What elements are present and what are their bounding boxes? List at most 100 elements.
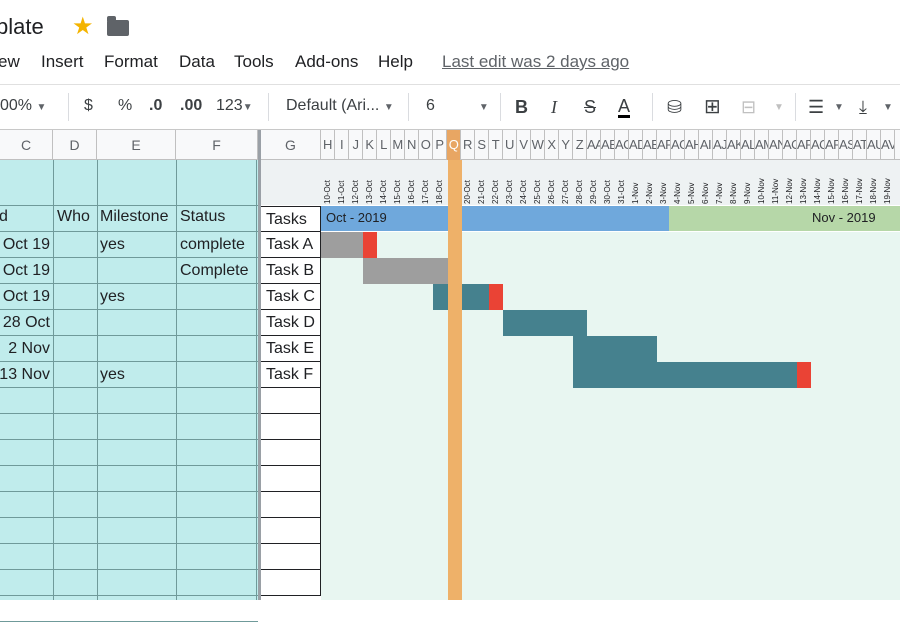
fill-color-icon[interactable]: ⛁ [667,97,682,118]
cell-milestone[interactable]: yes [100,288,125,306]
cell-status[interactable]: Complete [180,262,248,280]
cell-task-empty[interactable] [261,414,321,440]
gantt-column-header[interactable]: AK [727,130,741,160]
gantt-column-header[interactable]: AQ [811,130,825,160]
currency-button[interactable]: $ [84,97,93,115]
merge-cells-icon[interactable]: ⊟ [741,97,756,118]
decrease-decimal-button[interactable]: .0 [149,97,162,115]
cell-task[interactable]: Task F [261,362,321,388]
cell-task[interactable]: Task E [261,336,321,362]
font-select[interactable]: Default (Ari... ▼ [286,97,394,115]
cell-task-empty[interactable] [261,570,321,596]
gantt-column-header[interactable]: AH [685,130,699,160]
menu-tools[interactable]: Tools [234,52,274,72]
gantt-column-header[interactable]: T [489,130,503,160]
gantt-column-header[interactable]: AT [853,130,867,160]
gantt-column-header[interactable]: M [391,130,405,160]
cell-end-date[interactable]: 2 Nov [8,340,50,358]
gantt-column-header[interactable]: AO [783,130,797,160]
gantt-column-header[interactable]: AD [629,130,643,160]
zoom-select[interactable]: 00% ▼ [0,97,46,115]
strikethrough-icon[interactable]: S [584,97,596,118]
gantt-column-header[interactable]: Y [559,130,573,160]
menu-view[interactable]: ew [0,52,20,72]
gantt-column-header[interactable]: Z [573,130,587,160]
italic-icon[interactable]: I [551,97,557,118]
last-edit-link[interactable]: Last edit was 2 days ago [442,52,629,72]
gantt-column-header[interactable]: AV [881,130,895,160]
gantt-column-header[interactable]: AN [769,130,783,160]
gantt-column-header[interactable]: AG [671,130,685,160]
column-header-f[interactable]: F [176,130,258,160]
cell-task[interactable]: Task D [261,310,321,336]
gantt-column-header[interactable]: AF [657,130,671,160]
gantt-column-header[interactable]: AP [797,130,811,160]
gantt-column-header[interactable]: O [419,130,433,160]
menu-help[interactable]: Help [378,52,413,72]
gantt-column-header[interactable]: Q [447,130,461,160]
cell-milestone[interactable]: yes [100,236,125,254]
cell-task-empty[interactable] [261,518,321,544]
gantt-column-header[interactable]: I [335,130,349,160]
column-header-d[interactable]: D [53,130,97,160]
cell-end-date[interactable]: 28 Oct [3,314,50,332]
gantt-column-header[interactable]: AR [825,130,839,160]
gantt-column-header[interactable]: AS [839,130,853,160]
gantt-column-header[interactable]: AC [615,130,629,160]
cell-task-empty[interactable] [261,466,321,492]
gantt-column-header[interactable]: P [433,130,447,160]
gantt-column-header[interactable]: AU [867,130,881,160]
gantt-column-header[interactable]: R [461,130,475,160]
chevron-down-icon[interactable]: ▼ [834,102,844,113]
gantt-column-header[interactable]: AB [601,130,615,160]
cell-task[interactable]: Task B [261,258,321,284]
gantt-column-header[interactable]: S [475,130,489,160]
gantt-column-header[interactable]: H [321,130,335,160]
column-header-g[interactable]: G [261,130,321,160]
cell-status[interactable]: complete [180,236,245,254]
gantt-column-header[interactable]: AE [643,130,657,160]
borders-icon[interactable]: ⊞ [704,94,721,119]
chevron-down-icon[interactable]: ▼ [774,102,784,113]
folder-icon[interactable] [107,16,129,36]
gantt-column-header[interactable]: U [503,130,517,160]
gantt-column-header[interactable]: AJ [713,130,727,160]
valign-icon[interactable]: ⤓ [859,97,867,118]
column-header-c[interactable]: C [0,130,53,160]
cell-end-date[interactable]: Oct 19 [3,236,50,254]
menu-format[interactable]: Format [104,52,158,72]
cell-task-empty[interactable] [261,440,321,466]
gantt-column-header[interactable]: V [517,130,531,160]
cell-task-empty[interactable] [261,492,321,518]
text-color-icon[interactable]: A [618,97,631,118]
gantt-column-header[interactable]: N [405,130,419,160]
gantt-column-header[interactable]: AM [755,130,769,160]
gantt-column-header[interactable]: K [363,130,377,160]
frozen-divider[interactable] [258,130,261,600]
menu-insert[interactable]: Insert [41,52,84,72]
cell-task-empty[interactable] [261,388,321,414]
percent-button[interactable]: % [118,97,132,115]
more-formats-button[interactable]: 123▼ [216,97,253,115]
menu-data[interactable]: Data [179,52,215,72]
gantt-column-header[interactable]: AA [587,130,601,160]
cell-task[interactable]: Task A [261,232,321,258]
bold-icon[interactable]: B [515,97,528,118]
column-header-e[interactable]: E [97,130,176,160]
cell-task[interactable]: Task C [261,284,321,310]
gantt-column-header[interactable]: AL [741,130,755,160]
cell-end-date[interactable]: Oct 19 [3,288,50,306]
chevron-down-icon[interactable]: ▼ [883,102,893,113]
gantt-column-header[interactable]: L [377,130,391,160]
cell-task-empty[interactable] [261,544,321,570]
star-icon[interactable]: ★ [72,12,94,41]
cell-end-date[interactable]: 13 Nov [0,366,50,384]
increase-decimal-button[interactable]: .00 [180,97,202,115]
cell-end-date[interactable]: Oct 19 [3,262,50,280]
align-icon[interactable]: ☰ [808,97,824,118]
font-size-select[interactable]: 6 ▼ [426,97,489,115]
doc-title[interactable]: plate [0,14,44,40]
gantt-column-header[interactable]: J [349,130,363,160]
gantt-column-header[interactable]: W [531,130,545,160]
gantt-column-header[interactable]: AI [699,130,713,160]
